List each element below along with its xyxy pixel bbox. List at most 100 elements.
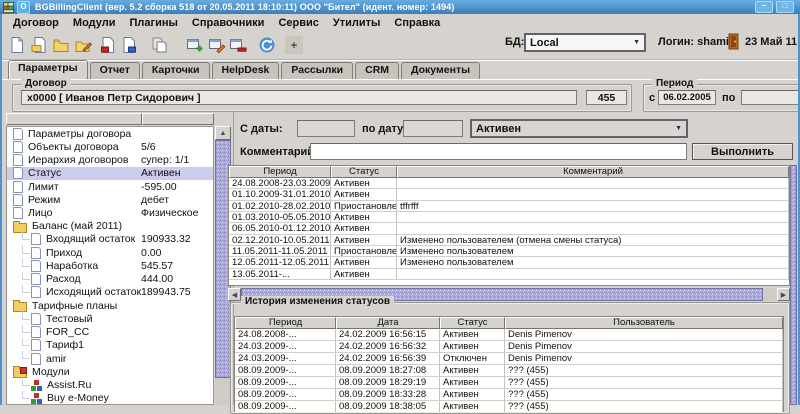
status-select[interactable]: Активен ▼ — [470, 119, 688, 138]
open-document-icon[interactable] — [29, 35, 49, 55]
tree-item[interactable]: Исходящий остаток189943.75 — [7, 286, 213, 299]
tree-item[interactable]: ЛицоФизическое — [7, 206, 213, 219]
tree-scrollbar-track[interactable] — [215, 378, 231, 405]
tab-documents[interactable]: Документы — [401, 62, 480, 79]
add-button[interactable]: + — [285, 36, 303, 54]
table-cell: ??? (455) — [505, 401, 783, 412]
tree-scroll-up-icon[interactable]: ▲ — [215, 126, 231, 140]
scroll-right-icon[interactable]: ▶ — [777, 288, 790, 301]
add-window-icon[interactable] — [185, 35, 205, 55]
edit-folder-icon[interactable] — [73, 35, 93, 55]
column-header[interactable]: Период — [229, 166, 331, 178]
period-to-field[interactable] — [741, 90, 800, 105]
table-row[interactable]: 24.08.2008-...24.02.2009 16:56:15Активен… — [235, 329, 783, 341]
refresh-icon[interactable] — [257, 35, 277, 55]
table-row[interactable]: 02.12.2010-10.05.2011АктивенИзменено пол… — [229, 235, 789, 246]
db-select[interactable]: Local ▼ — [524, 33, 646, 52]
vertical-scrollbar-thumb[interactable] — [790, 165, 797, 405]
minimize-button[interactable]: – — [755, 1, 773, 13]
table-row[interactable]: 24.08.2008-23.03.2009Активен — [229, 178, 789, 189]
column-header[interactable]: Комментарий — [397, 166, 789, 178]
new-document-icon[interactable] — [7, 35, 27, 55]
tree-item[interactable]: amir — [7, 352, 213, 365]
menu-contract[interactable]: Договор — [6, 17, 66, 29]
column-header[interactable]: Период — [235, 317, 336, 329]
tab-mailings[interactable]: Рассылки — [281, 62, 353, 79]
tree-item[interactable]: FOR_CC — [7, 326, 213, 339]
copy-paste-icon[interactable] — [149, 35, 169, 55]
tree-item[interactable]: Приход0.00 — [7, 246, 213, 259]
table-row[interactable]: 01.10.2009-31.01.2010Активен — [229, 189, 789, 200]
period-from-field[interactable]: 06.02.2005 — [658, 90, 716, 105]
tree-item[interactable]: Расход444.00 — [7, 273, 213, 286]
tree-item[interactable]: Тарифные планы — [7, 299, 213, 312]
column-header[interactable]: Пользователь — [505, 317, 783, 329]
table-row[interactable]: 01.02.2010-28.02.2010Приостановленtffrff… — [229, 201, 789, 212]
tree-item[interactable]: Тестовый — [7, 312, 213, 325]
table-row[interactable]: 08.09.2009-...08.09.2009 18:38:05Активен… — [235, 401, 783, 412]
delete-window-icon[interactable] — [228, 35, 248, 55]
table-cell: Активен — [440, 401, 505, 412]
table-row[interactable]: 11.05.2011-11.05.2011ПриостановленИзмене… — [229, 246, 789, 257]
table-row[interactable]: 12.05.2011-12.05.2011АктивенИзменено пол… — [229, 257, 789, 268]
save-document-blue-icon[interactable] — [119, 35, 139, 55]
scroll-left-icon[interactable]: ◀ — [228, 288, 241, 301]
tree-item-value: 0.00 — [141, 247, 161, 259]
menu-directories[interactable]: Справочники — [185, 17, 272, 29]
table-row[interactable]: 13.05.2011-...Активен — [229, 269, 789, 280]
tree-item[interactable]: Тариф1 — [7, 339, 213, 352]
tree-item[interactable]: Режимдебет — [7, 193, 213, 206]
column-header[interactable]: Статус — [440, 317, 505, 329]
table-row[interactable]: 08.09.2009-...08.09.2009 18:29:19Активен… — [235, 377, 783, 389]
tree-item[interactable]: Иерархия договоровсупер: 1/1 — [7, 153, 213, 166]
edit-window-icon[interactable] — [207, 35, 227, 55]
window-menu-icon[interactable]: O — [17, 1, 30, 14]
column-header[interactable]: Статус — [331, 166, 397, 178]
contract-id-field[interactable]: 455 — [586, 90, 627, 105]
comment-field[interactable] — [310, 143, 687, 160]
tab-helpdesk[interactable]: HelpDesk — [212, 62, 280, 79]
tree-item[interactable]: Модули — [7, 365, 213, 378]
tree-item[interactable]: Buy e-Money — [7, 392, 213, 405]
table-cell: ??? (455) — [505, 365, 783, 377]
maximize-button[interactable]: □ — [776, 1, 794, 13]
menu-service[interactable]: Сервис — [271, 17, 325, 29]
table-row[interactable]: 01.03.2010-05.05.2010Активен — [229, 212, 789, 223]
open-folder-icon[interactable] — [51, 35, 71, 55]
table-row[interactable]: 06.05.2010-01.12.2010Активен — [229, 223, 789, 234]
table-row[interactable]: 24.03.2009-...24.02.2009 16:56:32Активен… — [235, 341, 783, 353]
logout-door-icon[interactable] — [727, 33, 741, 55]
history-table-header: ПериодДатаСтатусПользователь — [235, 317, 783, 329]
menu-help[interactable]: Справка — [387, 17, 447, 29]
table-row[interactable]: 08.09.2009-...08.09.2009 18:33:28Активен… — [235, 389, 783, 401]
tree-item[interactable]: Баланс (май 2011) — [7, 220, 213, 233]
save-document-red-icon[interactable] — [98, 35, 118, 55]
menu-utilities[interactable]: Утилиты — [326, 17, 388, 29]
menu-plugins[interactable]: Плагины — [122, 17, 184, 29]
tree-item[interactable]: Лимит-595.00 — [7, 180, 213, 193]
tree-item[interactable]: СтатусАктивен — [7, 167, 213, 180]
tree-item-value: 189943.75 — [141, 286, 191, 298]
table-row[interactable]: 08.09.2009-...08.09.2009 18:27:08Активен… — [235, 365, 783, 377]
tree-header-name-column[interactable] — [6, 113, 142, 125]
tab-crm[interactable]: CRM — [355, 62, 399, 79]
horizontal-scrollbar-track[interactable] — [763, 288, 777, 301]
tab-parameters[interactable]: Параметры — [8, 60, 88, 79]
tree-item[interactable]: Assist.Ru — [7, 378, 213, 391]
tree-item[interactable]: Наработка545.57 — [7, 259, 213, 272]
column-header[interactable]: Дата — [336, 317, 440, 329]
tree-item[interactable]: Параметры договора — [7, 127, 213, 140]
from-date-field[interactable] — [297, 120, 355, 137]
contract-field[interactable]: x0000 [ Иванов Петр Сидорович ] — [21, 90, 577, 105]
tree-header-value-column[interactable] — [142, 113, 214, 125]
tree-item[interactable]: Объекты договора5/6 — [7, 140, 213, 153]
document-icon — [31, 273, 41, 285]
tab-cards[interactable]: Карточки — [142, 62, 210, 79]
tree-item[interactable]: Входящий остаток190933.32 — [7, 233, 213, 246]
tab-report[interactable]: Отчет — [90, 62, 140, 79]
menu-modules[interactable]: Модули — [66, 17, 123, 29]
table-cell: ??? (455) — [505, 377, 783, 389]
execute-button[interactable]: Выполнить — [692, 143, 793, 160]
table-row[interactable]: 24.03.2009-...24.02.2009 16:56:39Отключе… — [235, 353, 783, 365]
to-date-field[interactable] — [403, 120, 463, 137]
